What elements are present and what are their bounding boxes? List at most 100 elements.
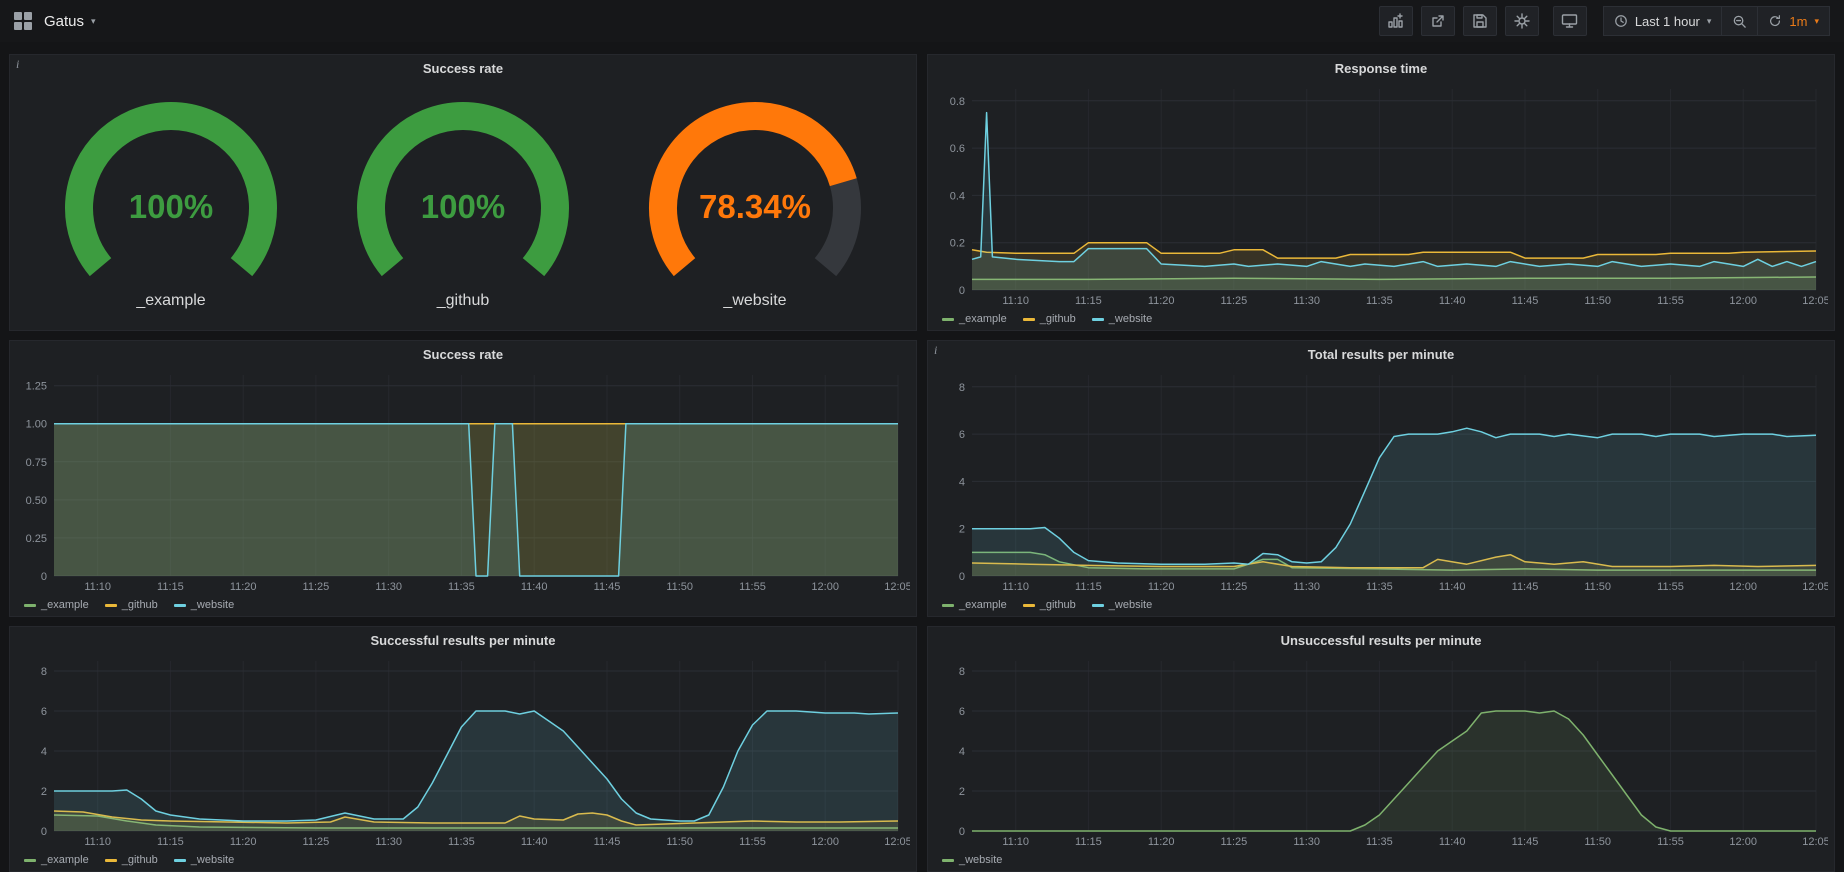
svg-text:12:00: 12:00 xyxy=(811,836,839,848)
panel-title-unsuccessful-results[interactable]: Unsuccessful results per minute xyxy=(928,627,1834,653)
svg-text:4: 4 xyxy=(959,746,965,758)
legend-series-swatch xyxy=(942,859,954,862)
panel-title-successful-results[interactable]: Successful results per minute xyxy=(10,627,916,653)
svg-text:0.4: 0.4 xyxy=(950,190,965,202)
gauge-label: _example xyxy=(136,292,205,310)
cycle-view-button[interactable] xyxy=(1553,6,1587,36)
gauge-website: 78.34% _website xyxy=(630,96,880,310)
zoom-out-button[interactable] xyxy=(1722,6,1758,36)
panel-total-results: i Total results per minute 11:1011:1511:… xyxy=(927,340,1835,617)
legend-item[interactable]: _github xyxy=(105,599,158,611)
response-time-legend: _example _github _website xyxy=(928,308,1834,330)
legend-series-swatch xyxy=(1092,318,1104,321)
legend-item[interactable]: _example xyxy=(942,313,1007,325)
legend-series-swatch xyxy=(1023,604,1035,607)
legend-item[interactable]: _website xyxy=(174,599,234,611)
success-rate-legend: _example _github _website xyxy=(10,594,916,616)
save-button[interactable] xyxy=(1463,6,1497,36)
svg-text:11:40: 11:40 xyxy=(1439,295,1466,307)
svg-text:8: 8 xyxy=(959,666,965,678)
svg-text:11:45: 11:45 xyxy=(594,836,621,848)
unsuccessful-results-plot-area[interactable]: 11:1011:1511:2011:2511:3011:3511:4011:45… xyxy=(928,653,1834,849)
svg-text:11:25: 11:25 xyxy=(303,836,330,848)
svg-text:1.00: 1.00 xyxy=(26,419,47,431)
gauge-github: 100% _github xyxy=(338,96,588,310)
svg-text:0.50: 0.50 xyxy=(26,495,47,507)
nav-left: Gatus ▾ xyxy=(14,12,96,30)
panel-info-icon[interactable]: i xyxy=(934,343,937,358)
svg-text:11:20: 11:20 xyxy=(1148,581,1175,593)
svg-text:0.25: 0.25 xyxy=(26,533,47,545)
svg-text:11:50: 11:50 xyxy=(1584,581,1611,593)
svg-text:11:10: 11:10 xyxy=(84,581,111,593)
legend-series-name: _website xyxy=(1109,313,1152,325)
svg-text:2: 2 xyxy=(41,786,47,798)
svg-text:11:45: 11:45 xyxy=(594,581,621,593)
panel-title-success-rate[interactable]: Success rate xyxy=(10,55,916,81)
svg-text:0.2: 0.2 xyxy=(950,238,965,250)
legend-series-name: _website xyxy=(191,854,234,866)
monitor-icon xyxy=(1561,13,1578,29)
legend-item[interactable]: _example xyxy=(24,854,89,866)
panel-title-response-time[interactable]: Response time xyxy=(928,55,1834,81)
svg-text:1.25: 1.25 xyxy=(26,381,47,393)
svg-text:0: 0 xyxy=(959,571,965,583)
response-time-plot-area[interactable]: 11:1011:1511:2011:2511:3011:3511:4011:45… xyxy=(928,81,1834,308)
svg-text:11:20: 11:20 xyxy=(1148,836,1175,848)
legend-item[interactable]: _github xyxy=(1023,599,1076,611)
svg-text:8: 8 xyxy=(41,666,47,678)
legend-item[interactable]: _website xyxy=(942,854,1002,866)
total-results-plot-area[interactable]: 11:1011:1511:2011:2511:3011:3511:4011:45… xyxy=(928,367,1834,594)
legend-item[interactable]: _website xyxy=(174,854,234,866)
legend-item[interactable]: _example xyxy=(24,599,89,611)
dashboard-title-picker[interactable]: Gatus ▾ xyxy=(44,13,96,30)
panel-success-rate-timeseries: Success rate 11:1011:1511:2011:2511:3011… xyxy=(9,340,917,617)
legend-series-name: _example xyxy=(959,313,1007,325)
svg-text:11:20: 11:20 xyxy=(230,581,257,593)
legend-item[interactable]: _github xyxy=(105,854,158,866)
response-time-chart[interactable]: 11:1011:1511:2011:2511:3011:3511:4011:45… xyxy=(932,81,1828,308)
refresh-button[interactable]: 1m ▾ xyxy=(1758,6,1830,36)
total-results-legend: _example _github _website xyxy=(928,594,1834,616)
gauge-label: _website xyxy=(723,292,786,310)
chevron-down-icon: ▾ xyxy=(1707,17,1712,26)
success-rate-chart[interactable]: 11:1011:1511:2011:2511:3011:3511:4011:45… xyxy=(14,367,910,594)
legend-series-name: _example xyxy=(959,599,1007,611)
success-rate-plot-area[interactable]: 11:1011:1511:2011:2511:3011:3511:4011:45… xyxy=(10,367,916,594)
legend-item[interactable]: _website xyxy=(1092,599,1152,611)
legend-series-name: _website xyxy=(1109,599,1152,611)
svg-text:11:25: 11:25 xyxy=(1221,836,1248,848)
svg-text:11:55: 11:55 xyxy=(1657,581,1684,593)
svg-text:11:15: 11:15 xyxy=(1075,295,1102,307)
unsuccessful-results-chart[interactable]: 11:1011:1511:2011:2511:3011:3511:4011:45… xyxy=(932,653,1828,849)
settings-button[interactable] xyxy=(1505,6,1539,36)
legend-item[interactable]: _website xyxy=(1092,313,1152,325)
svg-text:0.75: 0.75 xyxy=(26,457,47,469)
share-icon xyxy=(1430,13,1446,29)
dashboard-grid: i Success rate 100% _example 100% _githu… xyxy=(0,42,1844,872)
time-range-picker[interactable]: Last 1 hour ▾ xyxy=(1603,6,1723,36)
share-button[interactable] xyxy=(1421,6,1455,36)
panel-title-success-rate-ts[interactable]: Success rate xyxy=(10,341,916,367)
panel-response-time: Response time 11:1011:1511:2011:2511:301… xyxy=(927,54,1835,331)
panel-successful-results: Successful results per minute 11:1011:15… xyxy=(9,626,917,872)
panel-title-total-results[interactable]: Total results per minute xyxy=(928,341,1834,367)
total-results-chart[interactable]: 11:1011:1511:2011:2511:3011:3511:4011:45… xyxy=(932,367,1828,594)
add-panel-button[interactable] xyxy=(1379,6,1413,36)
legend-item[interactable]: _example xyxy=(942,599,1007,611)
svg-text:6: 6 xyxy=(959,706,965,718)
dashboards-grid-icon[interactable] xyxy=(14,12,32,30)
successful-results-chart[interactable]: 11:1011:1511:2011:2511:3011:3511:4011:45… xyxy=(14,653,910,849)
panel-info-icon[interactable]: i xyxy=(16,57,19,72)
svg-text:11:45: 11:45 xyxy=(1512,581,1539,593)
svg-text:11:10: 11:10 xyxy=(1002,836,1029,848)
svg-text:4: 4 xyxy=(41,746,47,758)
svg-text:12:05: 12:05 xyxy=(1802,581,1828,593)
successful-results-plot-area[interactable]: 11:1011:1511:2011:2511:3011:3511:4011:45… xyxy=(10,653,916,849)
svg-text:0: 0 xyxy=(959,826,965,838)
successful-results-legend: _example _github _website xyxy=(10,849,916,871)
svg-text:11:40: 11:40 xyxy=(1439,581,1466,593)
svg-text:11:30: 11:30 xyxy=(1293,836,1320,848)
legend-item[interactable]: _github xyxy=(1023,313,1076,325)
legend-series-name: _example xyxy=(41,599,89,611)
